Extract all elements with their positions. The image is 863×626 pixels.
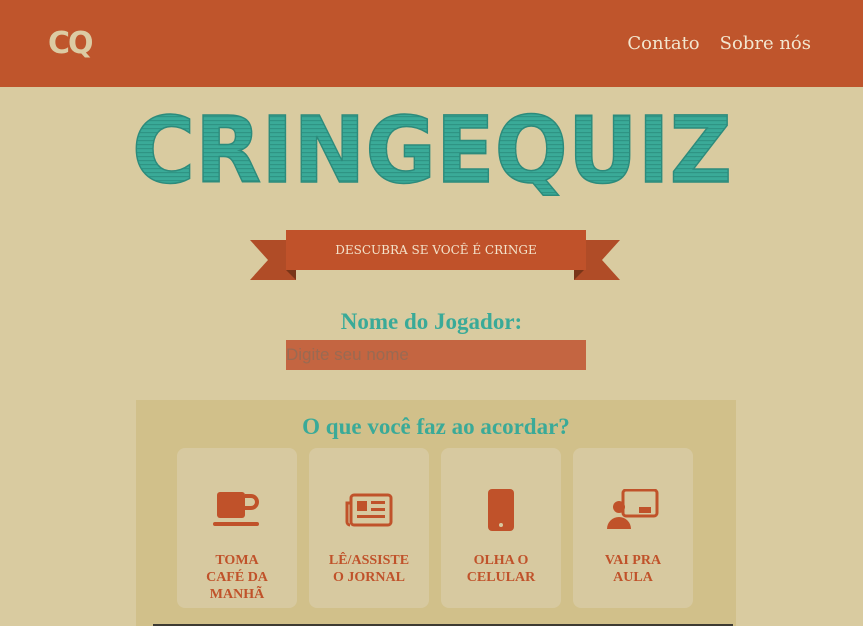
logo[interactable]: CQ xyxy=(48,26,94,61)
option-label: TOMA CAFÉ DA MANHÃ xyxy=(206,553,268,602)
option-breakfast[interactable]: TOMA CAFÉ DA MANHÃ xyxy=(177,448,297,608)
option-class[interactable]: VAI PRA AULA xyxy=(573,448,693,608)
nav-link-contato[interactable]: Contato xyxy=(627,33,699,54)
newspaper-icon xyxy=(309,488,429,532)
brand-title-text: CRINGEQUIZ xyxy=(132,97,732,196)
classroom-icon xyxy=(573,488,693,532)
nav-link-sobre-nos[interactable]: Sobre nós xyxy=(720,33,811,54)
option-phone[interactable]: OLHA O CELULAR xyxy=(441,448,561,608)
answer-options: TOMA CAFÉ DA MANHÃ LÊ/ASSISTE O JORNAL O… xyxy=(177,448,693,608)
mobile-phone-icon xyxy=(441,488,561,532)
player-name-label: Nome do Jogador: xyxy=(340,309,523,334)
banner-text: DESCUBRA SE VOCÊ É CRINGE xyxy=(335,243,537,257)
option-label: LÊ/ASSISTE O JORNAL xyxy=(328,553,410,585)
question-panel: O que você faz ao acordar? TOMA CAFÉ DA … xyxy=(136,400,736,626)
brand-title: CRINGEQUIZ xyxy=(0,96,863,196)
question-text: O que você faz ao acordar? xyxy=(302,414,570,439)
banner-ribbon: DESCUBRA SE VOCÊ É CRINGE xyxy=(250,230,620,282)
coffee-cup-icon xyxy=(177,488,297,532)
option-label: OLHA O CELULAR xyxy=(466,553,536,585)
brand-title-graphic: CRINGEQUIZ xyxy=(131,96,733,196)
option-label: VAI PRA AULA xyxy=(604,553,662,585)
top-navbar: CQ Contato Sobre nós xyxy=(0,0,863,87)
option-news[interactable]: LÊ/ASSISTE O JORNAL xyxy=(309,448,429,608)
nav-links: Contato Sobre nós xyxy=(627,33,811,54)
player-name-input[interactable] xyxy=(286,340,586,370)
